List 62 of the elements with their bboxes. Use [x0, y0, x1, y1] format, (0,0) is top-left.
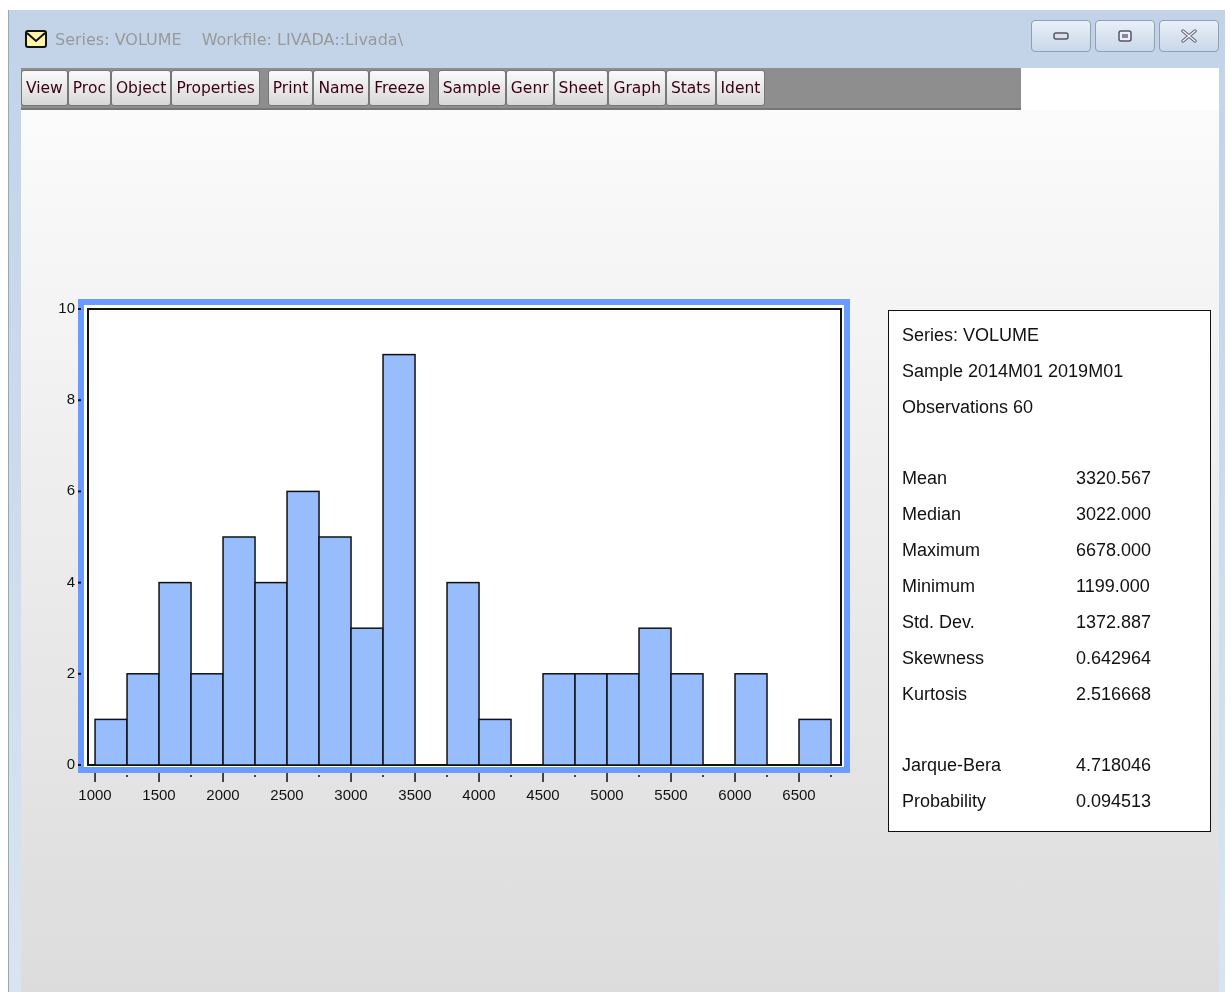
- x-tick-label: 3500: [398, 786, 432, 803]
- y-tick-label: 10: [58, 299, 75, 316]
- y-tick-label: 0: [66, 755, 75, 772]
- x-tick-label: 5000: [590, 786, 624, 803]
- statistic-value: 0.642964: [1076, 647, 1152, 670]
- statistic-value: 3022.000: [1076, 503, 1152, 526]
- statistic-value: 1199.000: [1076, 575, 1150, 598]
- x-tick-label: 2000: [206, 786, 240, 803]
- toolbar-button[interactable]: View: [21, 70, 68, 106]
- histogram-bar: [798, 718, 832, 766]
- x-tick-label: 2500: [270, 786, 304, 803]
- y-tick-label: 2: [66, 663, 75, 681]
- statistic-label: Mean: [902, 467, 949, 490]
- envelope-icon: [25, 30, 47, 48]
- statistic-value: 3320.567: [1076, 467, 1152, 490]
- window-title: Series: VOLUME: [55, 29, 182, 49]
- y-tick-label: 4: [66, 572, 75, 590]
- workfile-title: Workfile: LIVADA::Livada\: [201, 29, 403, 49]
- x-tick-label: 1000: [78, 786, 112, 803]
- toolbar-button[interactable]: Sample: [437, 70, 506, 106]
- toolbar-button[interactable]: Stats: [665, 70, 716, 106]
- y-tick-label: 6: [66, 481, 75, 499]
- toolbar-button[interactable]: Properties: [171, 70, 260, 106]
- series-info: Series: VOLUME: [902, 324, 1041, 347]
- statistic-value: 6678.000: [1076, 539, 1152, 562]
- statistic-value: 1372.887: [1076, 611, 1152, 634]
- toolbar-button[interactable]: Sheet: [553, 70, 609, 106]
- toolbar-button[interactable]: Proc: [67, 70, 111, 106]
- toolbar-button[interactable]: Genr: [505, 70, 554, 106]
- statistic-label: Kurtosis: [902, 683, 969, 706]
- x-tick-label: 6000: [718, 786, 752, 803]
- statistic-label: Maximum: [902, 539, 981, 562]
- statistic-value: 0.094513: [1076, 790, 1152, 813]
- statistic-value: 4.718046: [1076, 754, 1152, 777]
- toolbar-button[interactable]: Graph: [608, 70, 666, 106]
- close-button[interactable]: [1159, 20, 1219, 52]
- maximize-icon: [1118, 30, 1132, 42]
- toolbar-button[interactable]: Ident: [715, 70, 766, 106]
- series-info: Sample 2014M01 2019M01: [902, 360, 1125, 383]
- y-tick-label: 8: [66, 390, 75, 408]
- close-icon: [1180, 29, 1198, 43]
- statistic-label: Skewness: [902, 647, 986, 670]
- toolbar-button[interactable]: Print: [267, 70, 314, 106]
- statistic-label: Minimum: [902, 575, 976, 598]
- maximize-button[interactable]: [1095, 20, 1155, 52]
- x-tick-label: 3000: [334, 786, 368, 803]
- x-tick-label: 4000: [462, 786, 496, 803]
- x-tick-label: 6500: [782, 786, 816, 803]
- x-tick-label: 5500: [654, 786, 688, 803]
- minimize-icon: [1053, 32, 1069, 40]
- toolbar-button[interactable]: Freeze: [369, 70, 430, 106]
- statistic-label: Probability: [902, 790, 988, 813]
- statistic-label: Median: [902, 503, 963, 526]
- toolbar-button[interactable]: Name: [313, 70, 370, 106]
- statistic-label: Jarque-Bera: [902, 754, 1003, 777]
- series-info: Observations 60: [902, 396, 1035, 419]
- x-tick-label: 4500: [526, 786, 560, 803]
- minimize-button[interactable]: [1031, 20, 1091, 52]
- statistic-value: 2.516668: [1076, 683, 1152, 706]
- x-tick-label: 1500: [142, 786, 176, 803]
- toolbar-button[interactable]: Object: [110, 70, 172, 106]
- statistic-label: Std. Dev.: [902, 611, 976, 634]
